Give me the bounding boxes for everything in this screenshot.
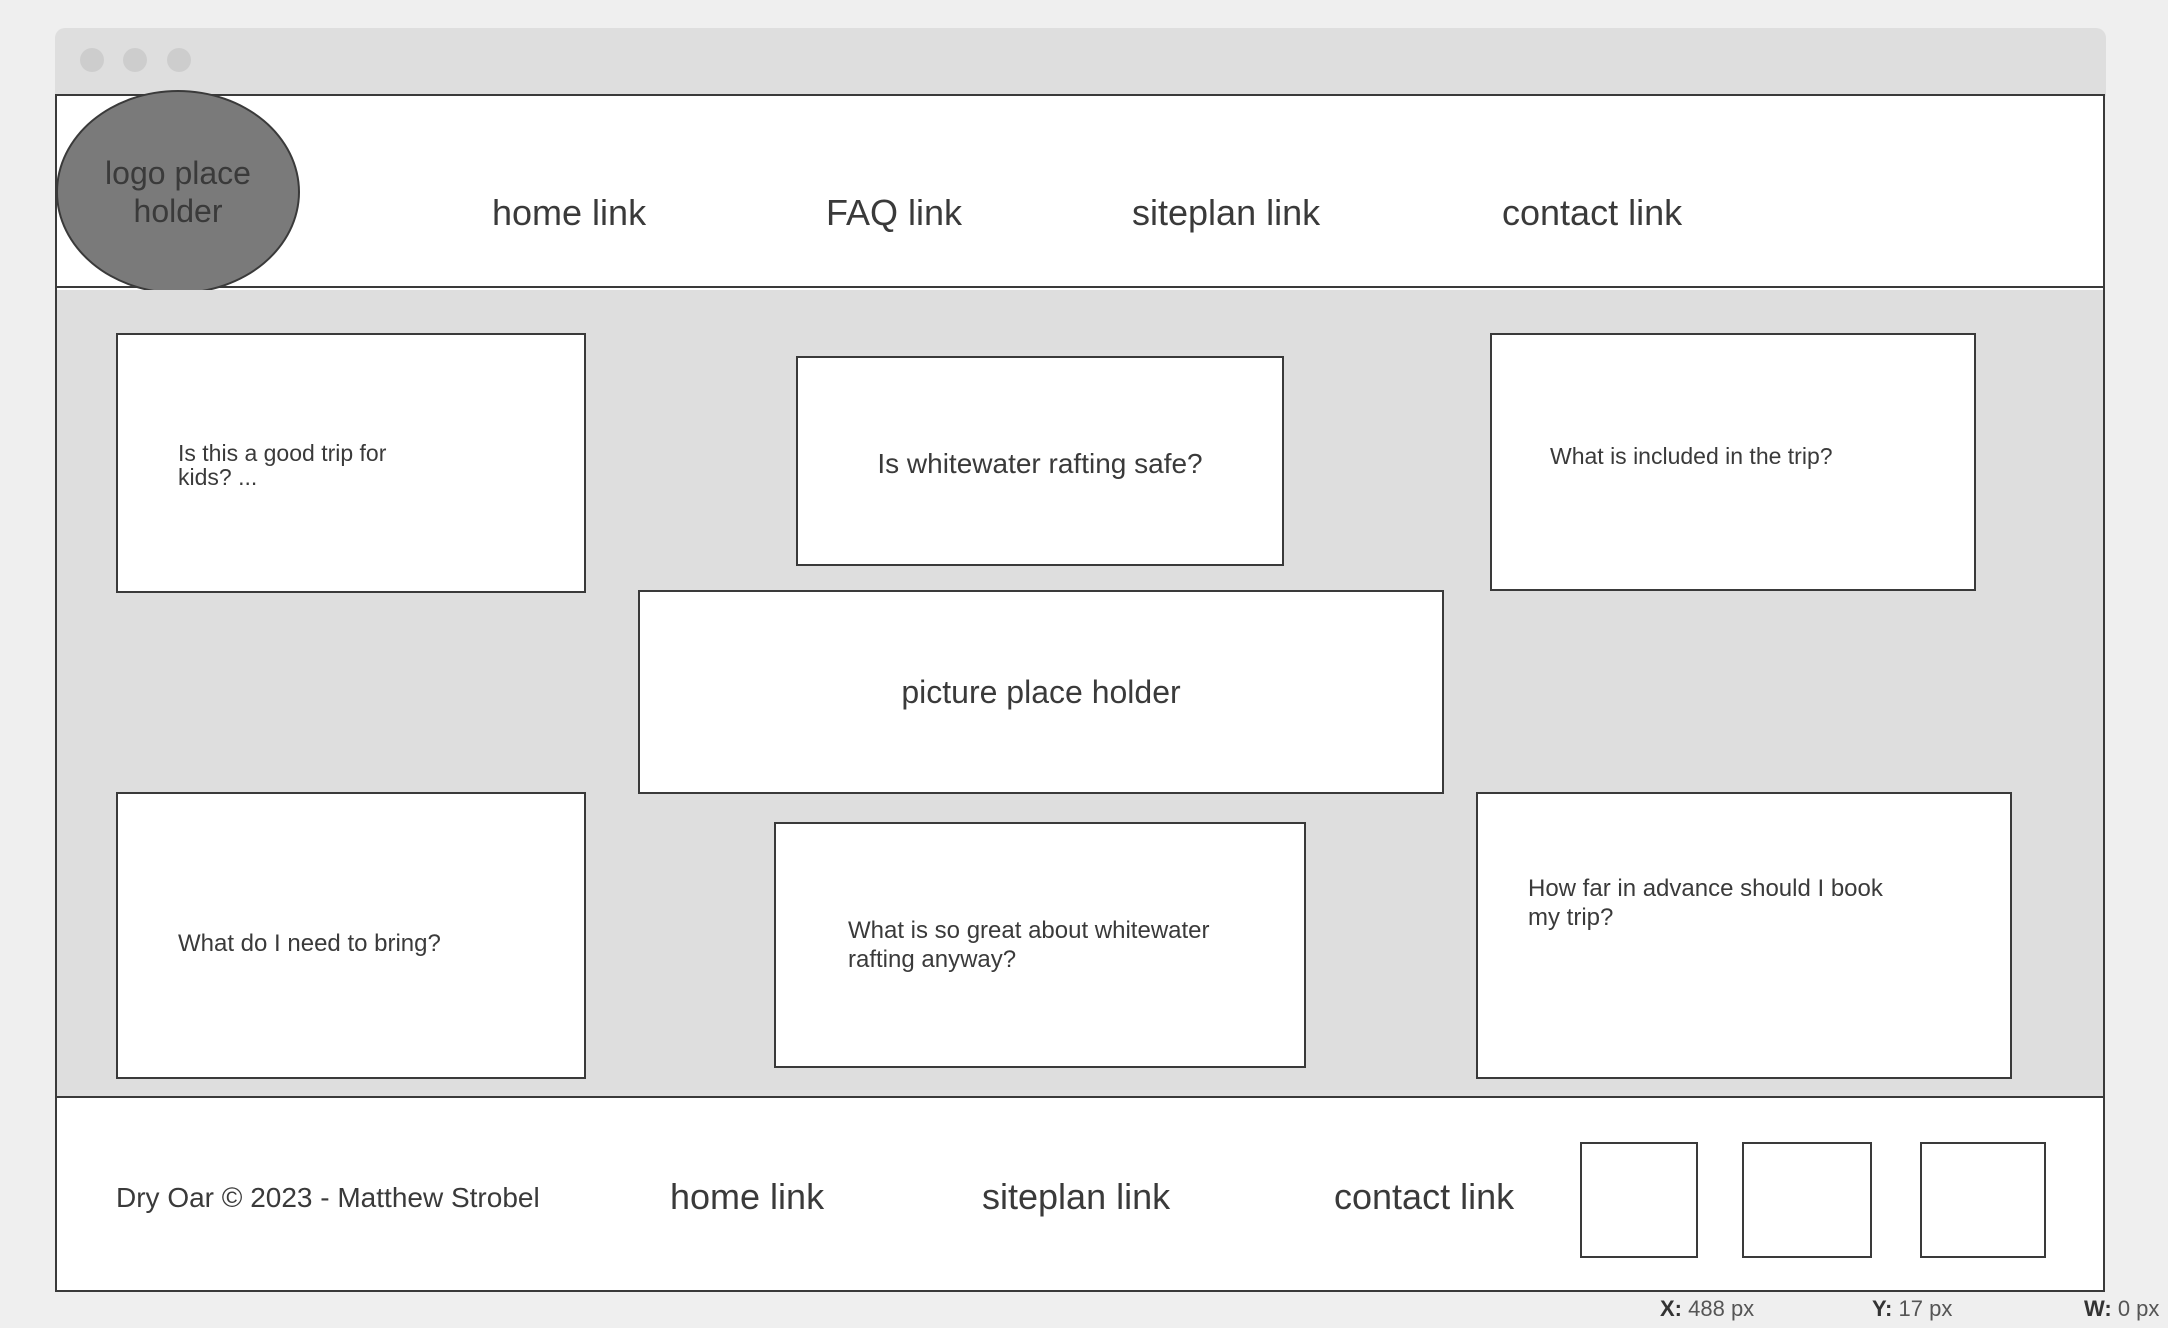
footer-copyright: Dry Oar © 2023 - Matthew Strobel [116,1182,540,1213]
status-x-readout: X: 488 px [1660,1296,1755,1321]
faq-question-booking: How far in advance should I book my trip… [1528,875,1883,931]
faq-question-included: What is included in the trip? [1550,443,1833,469]
faq-card-included[interactable]: What is included in the trip? [1490,333,1976,591]
nav-home-link[interactable]: home link [492,192,646,234]
faq-question-bring: What do I need to bring? [178,930,441,957]
social-icon-placeholder-3[interactable] [1920,1142,2046,1258]
window-minimize-dot[interactable] [123,48,147,72]
faq-card-kids[interactable]: Is this a good trip for kids? ... [116,333,586,593]
faq-question-kids: Is this a good trip for kids? ... [178,440,387,490]
faq-card-bring[interactable]: What do I need to bring? [116,792,586,1079]
coordinate-status-bar: X: 488 px Y: 17 px W: 0 px [1650,1292,2168,1328]
footer-siteplan-link[interactable]: siteplan link [982,1176,1170,1218]
browser-title-bar [55,28,2106,96]
site-header [57,96,2103,288]
faq-card-why-rafting[interactable]: What is so great about whitewater raftin… [774,822,1306,1068]
faq-card-safety[interactable]: Is whitewater rafting safe? [796,356,1284,566]
picture-placeholder-label: picture place holder [901,674,1181,710]
nav-siteplan-link[interactable]: siteplan link [1132,192,1320,234]
status-y-readout: Y: 17 px [1872,1296,1953,1321]
status-w-readout: W: 0 px [2084,1296,2160,1321]
faq-question-safety: Is whitewater rafting safe? [877,448,1203,479]
faq-card-booking[interactable]: How far in advance should I book my trip… [1476,792,2012,1079]
social-icon-placeholder-1[interactable] [1580,1142,1698,1258]
window-maximize-dot[interactable] [167,48,191,72]
footer-contact-link[interactable]: contact link [1334,1176,1514,1218]
window-close-dot[interactable] [80,48,104,72]
nav-contact-link[interactable]: contact link [1502,192,1682,234]
logo-placeholder[interactable]: logo place holder [56,90,300,294]
nav-faq-link[interactable]: FAQ link [826,192,962,234]
picture-placeholder: picture place holder [638,590,1444,794]
social-icon-placeholder-2[interactable] [1742,1142,1872,1258]
faq-question-why-rafting: What is so great about whitewater raftin… [848,917,1210,973]
footer-home-link[interactable]: home link [670,1176,824,1218]
